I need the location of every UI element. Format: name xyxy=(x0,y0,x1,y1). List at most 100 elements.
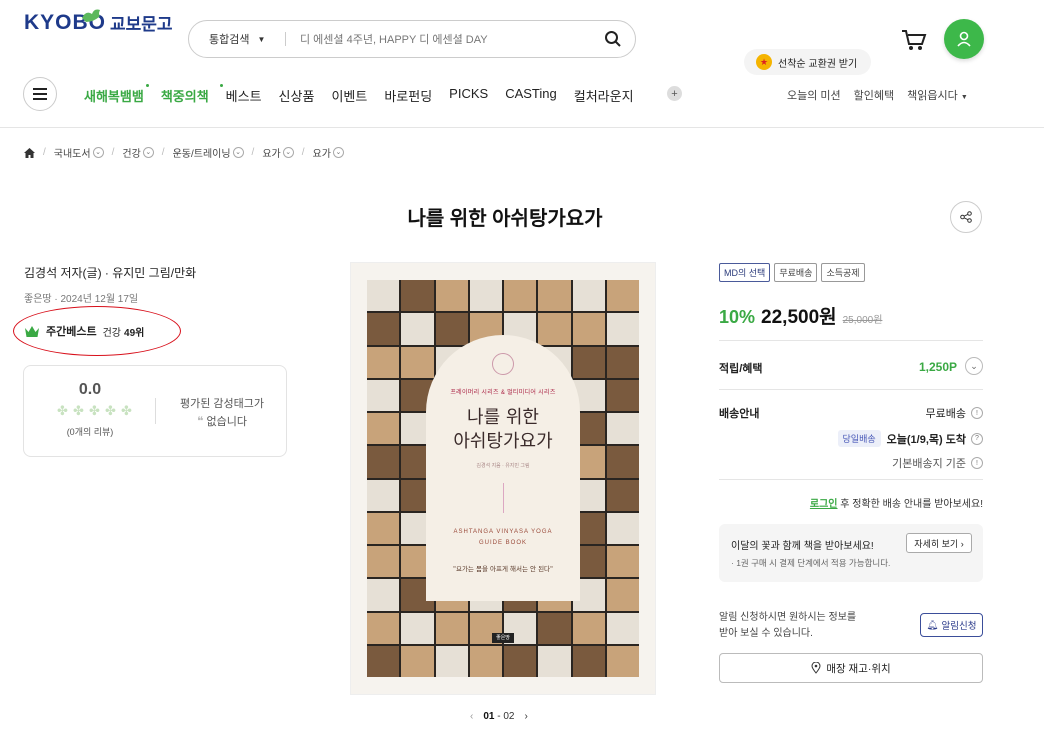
breadcrumb-separator: / xyxy=(301,147,305,158)
share-button[interactable] xyxy=(950,201,982,233)
chevron-down-icon[interactable]: ⌄ xyxy=(142,147,154,158)
login-notice: 로그인 후 정확한 배송 안내를 받아보세요! xyxy=(719,495,983,510)
alarm-button-label: 알림신청 xyxy=(941,621,977,632)
breadcrumb: / 국내도서 ⌄ / 건강 ⌄ / 운동/트레이닝 ⌄ / 요가 ⌄ / 요가 ⌄ xyxy=(24,145,344,160)
nav-item-book-of-books[interactable]: 책중의책 xyxy=(161,86,209,105)
breadcrumb-separator: / xyxy=(111,147,115,158)
hamburger-menu-button[interactable] xyxy=(23,77,57,111)
chevron-down-icon[interactable]: ⌄ xyxy=(92,147,104,158)
shipping-base-text: 기본배송지 기준 xyxy=(892,458,966,470)
nav-more-button[interactable]: + xyxy=(667,86,682,101)
tag-line-2-wrap: ❝ 없습니다 xyxy=(172,413,272,431)
coupon-tooltip[interactable]: ★ 선착순 교환권 받기 xyxy=(744,49,872,75)
search-category-select[interactable]: 통합검색 ▼ xyxy=(189,31,285,47)
cover-authors: 김경석 지음 · 유지민 그림 xyxy=(476,463,530,469)
link-discount[interactable]: 할인혜택 xyxy=(854,87,894,103)
breadcrumb-item[interactable]: 요가 xyxy=(262,145,280,160)
quote-icon: ❝ xyxy=(196,414,204,428)
image-pager: ‹ 01 - 02 › xyxy=(470,711,528,722)
pager-text: 01 - 02 xyxy=(483,711,515,722)
pose-tile xyxy=(606,313,639,345)
nav-dot-1 xyxy=(146,84,149,87)
pose-tile xyxy=(367,313,400,345)
help-icon[interactable]: ? xyxy=(971,432,983,445)
cover-publisher-mark: 좋은땅 xyxy=(492,633,514,643)
search-button[interactable] xyxy=(591,30,635,48)
store-button-label: 매장 재고·위치 xyxy=(826,662,891,675)
publisher-date: 좋은땅 · 2024년 12월 17일 xyxy=(24,294,139,305)
nav-item-funding[interactable]: 바로펀딩 xyxy=(384,86,432,105)
cover-english-title: ASHTANGA VINYASA YOGA GUIDE BOOK xyxy=(426,527,580,549)
divider xyxy=(719,479,983,480)
pose-tile xyxy=(538,612,571,644)
pose-tile xyxy=(572,280,605,312)
nav-item-best[interactable]: 베스트 xyxy=(226,86,262,105)
review-count[interactable]: (0개의 리뷰) xyxy=(50,425,130,438)
chevron-down-icon[interactable]: ⌄ xyxy=(332,147,344,158)
link-read-books[interactable]: 책읽읍시다 ▼ xyxy=(907,87,968,103)
kyobo-logo[interactable]: KYOBO 교보문고 xyxy=(24,9,173,35)
cover-quote: "요가는 몸을 아프게 해서는 안 된다" xyxy=(452,565,554,573)
gift-detail-button[interactable]: 자세히 보기 › xyxy=(906,533,972,553)
nav-item-picks[interactable]: PICKS xyxy=(449,86,488,105)
pose-tile xyxy=(367,512,400,544)
clover-icon: ✤ xyxy=(89,403,100,418)
breadcrumb-item[interactable]: 요가 xyxy=(313,145,331,160)
highlight-annotation-circle xyxy=(13,306,181,356)
pose-tile xyxy=(401,280,434,312)
cart-button[interactable] xyxy=(900,28,928,52)
pager-total: 02 xyxy=(503,711,515,722)
pager-current: 01 xyxy=(483,711,495,722)
pose-tile xyxy=(435,313,468,345)
breadcrumb-item[interactable]: 운동/트레이닝 xyxy=(173,145,231,160)
pose-tile xyxy=(401,645,434,677)
clover-icon: ✤ xyxy=(105,403,116,418)
home-icon[interactable] xyxy=(24,147,35,158)
alarm-line-1: 알림 신청하시면 원하시는 정보를 xyxy=(719,612,857,623)
alarm-subscribe-button[interactable]: 🔔︎ 알림신청 xyxy=(920,613,983,637)
pose-tile xyxy=(606,579,639,611)
book-cover-frame[interactable]: 프레이머리 시리즈 & 멀티미디어 시리즈 나를 위한 아쉬탕가요가 김경석 지… xyxy=(351,263,655,694)
nav-item-culture[interactable]: 컬처라운지 xyxy=(574,86,634,105)
login-notice-text: 후 정확한 배송 안내를 받아보세요! xyxy=(837,499,983,510)
pose-tile xyxy=(367,379,400,411)
chevron-down-icon[interactable]: ⌄ xyxy=(232,147,244,158)
chevron-down-icon[interactable]: ⌄ xyxy=(282,147,294,158)
original-price: 25,000원 xyxy=(842,315,883,326)
pose-tile xyxy=(435,645,468,677)
search-category-label: 통합검색 xyxy=(209,34,250,46)
points-expand-button[interactable]: ⌄ xyxy=(965,357,983,375)
cover-eng-line-1: ASHTANGA VINYASA YOGA xyxy=(453,529,553,535)
breadcrumb-separator: / xyxy=(251,147,255,158)
link-today-mission[interactable]: 오늘의 미션 xyxy=(787,87,841,103)
search-input[interactable]: 디 에센셜 4주년, HAPPY 디 에센셜 DAY xyxy=(286,31,591,47)
ganesha-icon xyxy=(492,353,514,375)
share-icon xyxy=(960,211,972,223)
nav-item-new-year[interactable]: 새해복뱀뱀 xyxy=(84,86,144,105)
clover-icon: ✤ xyxy=(121,403,132,418)
next-arrow-icon[interactable]: › xyxy=(524,711,527,722)
pose-tile xyxy=(538,280,571,312)
user-icon xyxy=(957,31,971,47)
nav-item-casting[interactable]: CASTing xyxy=(505,86,557,105)
pose-tile xyxy=(538,645,571,677)
login-link[interactable]: 로그인 xyxy=(810,499,838,510)
cover-title-line-1: 나를 위한 xyxy=(467,407,539,428)
info-icon[interactable]: ! xyxy=(971,407,983,419)
nav-item-event[interactable]: 이벤트 xyxy=(331,86,367,105)
header-divider xyxy=(0,127,1044,128)
author-info[interactable]: 김경석 저자(글) · 유지민 그림/만화 xyxy=(24,264,196,281)
location-pin-icon xyxy=(811,662,821,674)
store-stock-button[interactable]: 매장 재고·위치 xyxy=(719,653,983,683)
pose-tile xyxy=(401,346,434,378)
breadcrumb-item[interactable]: 국내도서 xyxy=(54,145,91,160)
pose-tile xyxy=(572,612,605,644)
info-icon[interactable]: ! xyxy=(971,457,983,469)
nav-item-new[interactable]: 신상품 xyxy=(279,86,315,105)
prev-arrow-icon[interactable]: ‹ xyxy=(470,711,473,722)
breadcrumb-item[interactable]: 건강 xyxy=(122,145,140,160)
tag-line-2: 없습니다 xyxy=(206,416,247,428)
breadcrumb-separator: / xyxy=(161,147,165,158)
my-account-button[interactable] xyxy=(944,19,984,59)
cover-divider xyxy=(502,483,504,513)
